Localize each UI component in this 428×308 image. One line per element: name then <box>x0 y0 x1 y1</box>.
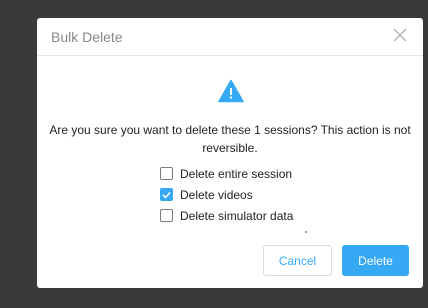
dialog-title: Bulk Delete <box>51 29 123 45</box>
stray-dot <box>305 231 307 233</box>
confirm-message: Are you sure you want to delete these 1 … <box>49 123 411 155</box>
checkbox-delete-simulator-data[interactable] <box>160 209 173 222</box>
dialog-header: Bulk Delete <box>37 18 423 56</box>
option-label: Delete entire session <box>180 166 293 181</box>
warning-triangle-icon <box>218 79 244 103</box>
checkbox-delete-entire-session[interactable] <box>160 167 173 180</box>
option-delete-videos[interactable]: Delete videos <box>160 184 293 205</box>
check-icon <box>162 191 171 199</box>
option-delete-simulator-data[interactable]: Delete simulator data <box>160 205 293 226</box>
delete-options: Delete entire session Delete videos Dele… <box>160 163 293 226</box>
option-label: Delete simulator data <box>180 208 294 223</box>
option-label: Delete videos <box>180 187 253 202</box>
checkbox-delete-videos[interactable] <box>160 188 173 201</box>
delete-button[interactable]: Delete <box>342 245 409 276</box>
close-icon[interactable] <box>393 28 407 42</box>
cancel-button[interactable]: Cancel <box>263 245 332 276</box>
option-delete-entire-session[interactable]: Delete entire session <box>160 163 293 184</box>
